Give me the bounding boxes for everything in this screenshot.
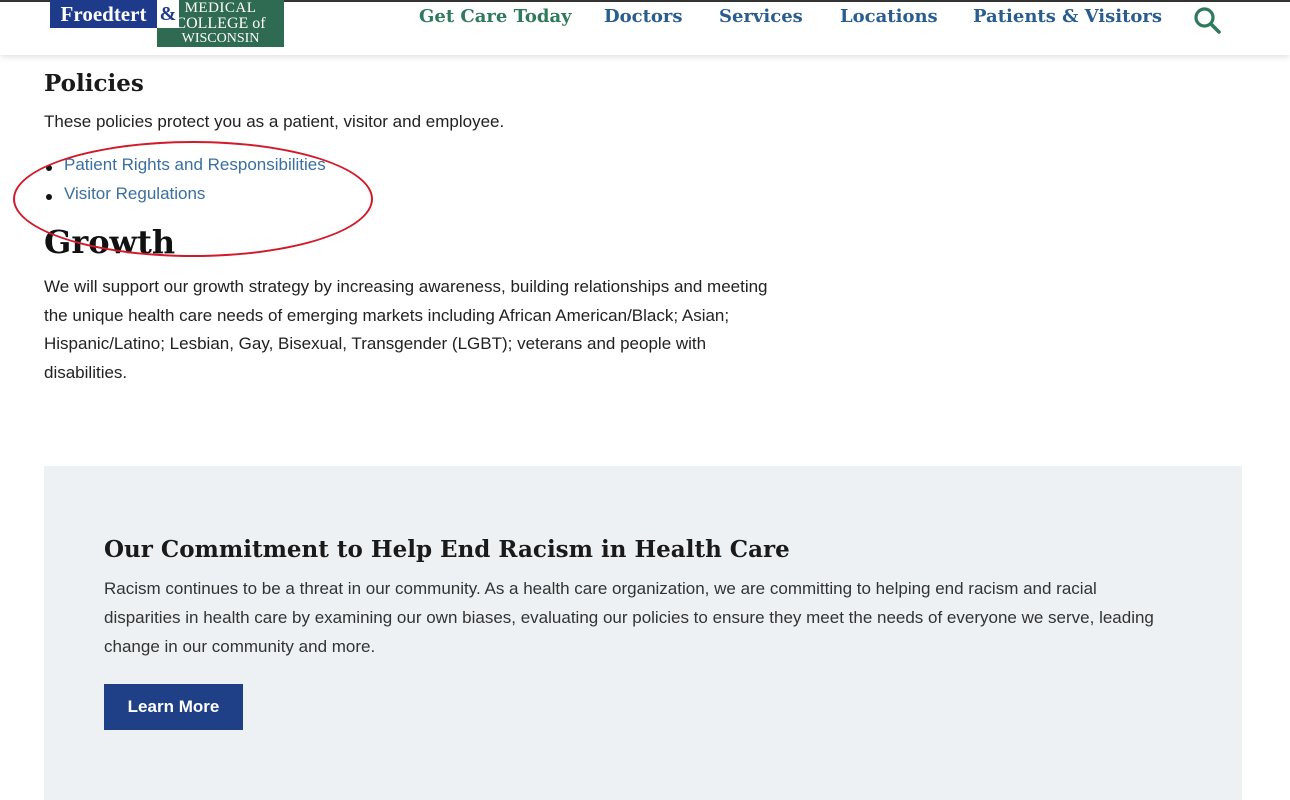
- patient-rights-link[interactable]: Patient Rights and Responsibilities: [64, 155, 326, 174]
- nav-doctors[interactable]: Doctors: [604, 6, 683, 27]
- site-logo[interactable]: MEDICAL COLLEGE of WISCONSIN Froedtert &: [50, 0, 285, 48]
- search-icon[interactable]: [1192, 5, 1222, 35]
- nav-patients-visitors[interactable]: Patients & Visitors: [973, 6, 1162, 27]
- logo-ampersand: &: [157, 0, 179, 28]
- visitor-regulations-link[interactable]: Visitor Regulations: [64, 184, 205, 203]
- callout-body: Racism continues to be a threat in our c…: [104, 579, 1154, 656]
- callout-title: Our Commitment to Help End Racism in Hea…: [104, 536, 790, 563]
- site-header: MEDICAL COLLEGE of WISCONSIN Froedtert &…: [0, 0, 1290, 55]
- growth-body: We will support our growth strategy by i…: [44, 277, 768, 382]
- nav-get-care-today[interactable]: Get Care Today: [419, 6, 572, 27]
- page: MEDICAL COLLEGE of WISCONSIN Froedtert &…: [0, 0, 1290, 800]
- policies-heading: Policies: [44, 70, 144, 97]
- racism-commitment-callout: Our Commitment to Help End Racism in Hea…: [44, 466, 1242, 800]
- logo-froedtert: Froedtert: [50, 0, 157, 28]
- growth-heading: Growth: [44, 223, 176, 261]
- policies-intro: These policies protect you as a patient,…: [44, 112, 505, 131]
- logo-line-wisconsin: WISCONSIN: [181, 31, 260, 46]
- list-item: Patient Rights and Responsibilities: [44, 155, 326, 184]
- list-item: Visitor Regulations: [44, 184, 326, 213]
- policies-link-list: Patient Rights and Responsibilities Visi…: [44, 155, 326, 213]
- learn-more-button[interactable]: Learn More: [104, 684, 243, 730]
- nav-services[interactable]: Services: [719, 6, 803, 27]
- nav-locations[interactable]: Locations: [840, 6, 938, 27]
